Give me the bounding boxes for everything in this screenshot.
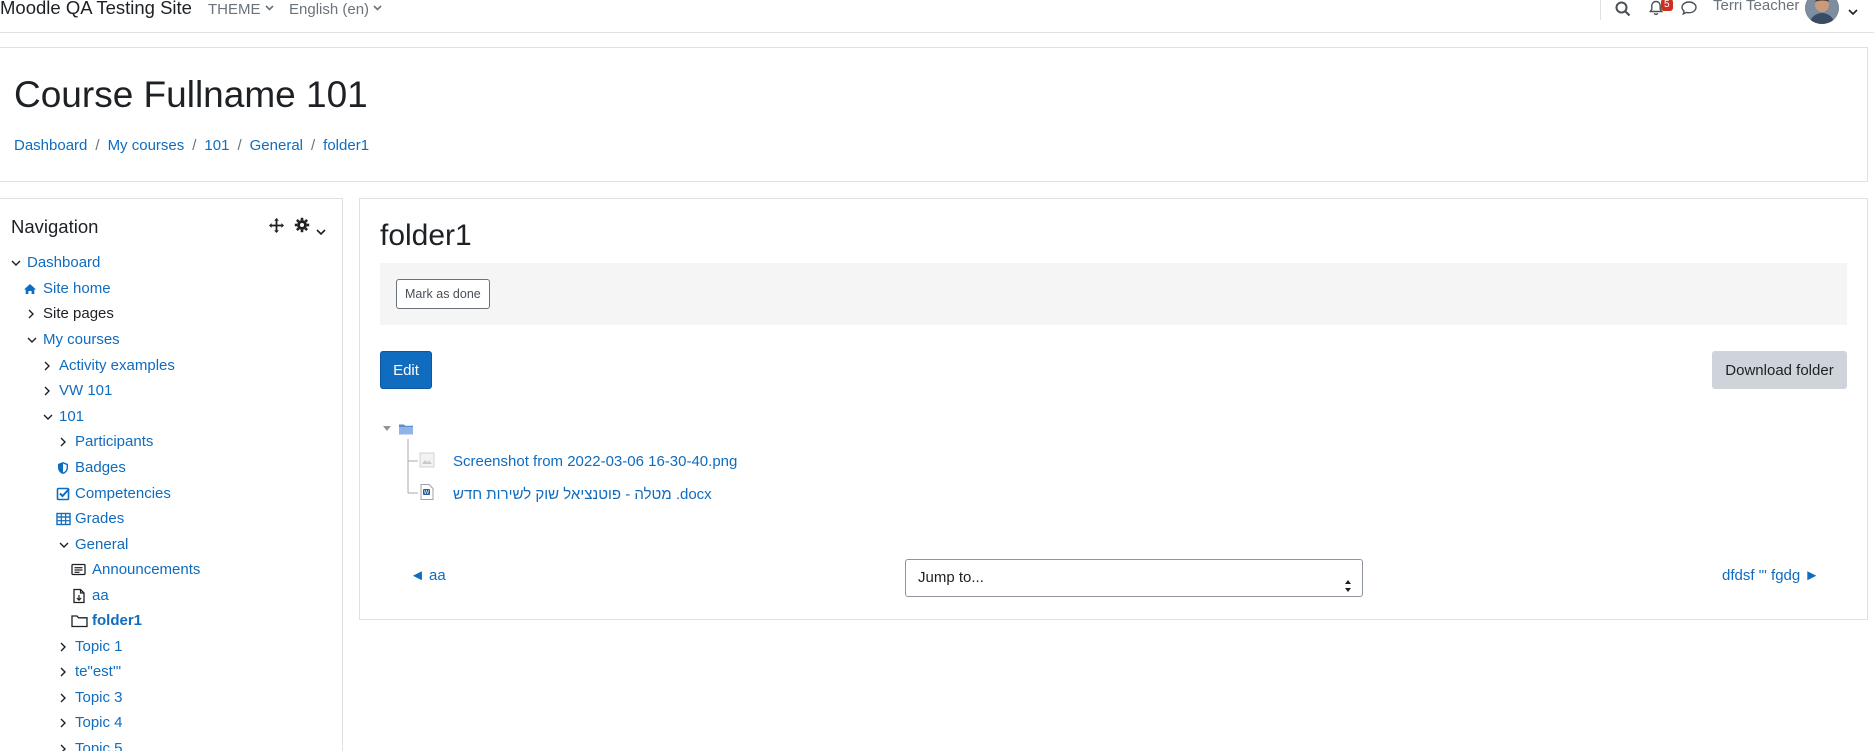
chevron-down-icon	[264, 0, 274, 15]
nav-item-label[interactable]: Topic 3	[75, 687, 123, 709]
nav-item-label[interactable]: General	[75, 534, 128, 556]
chevron-down-icon	[42, 406, 60, 428]
nav-item-label[interactable]: aa	[92, 585, 109, 607]
shield-icon	[56, 457, 74, 479]
file-link[interactable]: מטלה - פוטנציאל שוק לשירות חדש .docx	[453, 486, 712, 503]
nav-item-label[interactable]: Badges	[75, 457, 126, 479]
nav-item-label: Site pages	[43, 305, 114, 322]
language-menu-label: English (en)	[289, 1, 370, 18]
jump-to-selected-value: Jump to...	[918, 569, 984, 586]
activity-title: folder1	[380, 219, 472, 252]
previous-activity-link[interactable]: ◄ aa	[410, 567, 446, 584]
chevron-right-icon	[58, 712, 76, 734]
chevron-down-icon[interactable]	[1848, 2, 1858, 19]
file-link[interactable]: Screenshot from 2022-03-06 16-30-40.png	[453, 453, 737, 470]
nav-item-label[interactable]: Dashboard	[27, 252, 100, 274]
nav-item-label[interactable]: Competencies	[75, 483, 171, 505]
document-file-icon: W	[418, 483, 436, 505]
table-icon	[56, 508, 74, 530]
breadcrumb: Dashboard / My courses / 101 / General / folder1	[14, 137, 369, 154]
activity-completion-bar: Mark as done	[380, 263, 1847, 325]
next-activity-link[interactable]: dfdsf '" fgdg ►	[1722, 567, 1819, 584]
nav-item-label[interactable]: Topic 4	[75, 712, 123, 734]
folder-icon	[71, 610, 89, 632]
breadcrumb-separator: /	[192, 137, 197, 154]
chevron-down-icon[interactable]	[316, 222, 326, 239]
top-navbar: Moodle QA Testing Site THEME English (en…	[0, 0, 1874, 33]
nav-item-label[interactable]: Grades	[75, 508, 124, 530]
breadcrumb-separator: /	[95, 137, 100, 154]
file-icon	[72, 585, 90, 607]
image-file-icon	[418, 451, 436, 473]
site-name[interactable]: Moodle QA Testing Site	[0, 0, 192, 19]
page-title: Course Fullname 101	[14, 74, 368, 115]
nav-item-label[interactable]: My courses	[43, 329, 120, 351]
download-folder-button[interactable]: Download folder	[1712, 351, 1847, 389]
theme-menu[interactable]: THEME	[208, 0, 274, 18]
chevron-right-icon	[58, 661, 76, 683]
chevron-down-icon	[10, 252, 28, 274]
folder-tree: Screenshot from 2022-03-06 16-30-40.png …	[382, 421, 982, 521]
language-menu[interactable]: English (en)	[289, 0, 382, 18]
mark-as-done-button[interactable]: Mark as done	[396, 279, 490, 309]
nav-item-label[interactable]: Topic 1	[75, 636, 123, 658]
activity-navigation: ◄ aa Jump to... dfdsf '" fgdg ►	[380, 559, 1847, 597]
breadcrumb-link[interactable]: Dashboard	[14, 137, 87, 154]
navigation-block-controls	[268, 217, 330, 237]
nav-item-label[interactable]: Participants	[75, 431, 153, 453]
nav-item-label[interactable]: Activity examples	[59, 355, 175, 377]
breadcrumb-separator: /	[237, 137, 242, 154]
notification-badge: 5	[1661, 0, 1673, 11]
breadcrumb-link[interactable]: 101	[204, 137, 229, 154]
main-region: folder1 Mark as done Edit Download folde…	[359, 198, 1868, 620]
nav-item-label[interactable]: te"est'"	[75, 661, 121, 683]
checkbox-icon	[56, 483, 74, 505]
chevron-down-icon	[373, 0, 382, 15]
edit-button[interactable]: Edit	[380, 351, 432, 389]
breadcrumb-separator: /	[311, 137, 316, 154]
home-icon	[23, 278, 41, 300]
gear-icon[interactable]	[294, 217, 310, 237]
page-header: Course Fullname 101 Dashboard / My courses…	[0, 47, 1868, 182]
breadcrumb-link[interactable]: My courses	[108, 137, 185, 154]
chevron-down-icon	[58, 534, 76, 556]
nav-item-label[interactable]: folder1	[92, 610, 142, 632]
nav-item-label[interactable]: VW 101	[59, 380, 112, 402]
search-icon[interactable]	[1614, 0, 1636, 18]
navigation-block-title: Navigation	[11, 216, 99, 237]
nav-item-label[interactable]: 101	[59, 406, 84, 428]
chevron-down-icon	[26, 329, 44, 351]
svg-text:W: W	[424, 490, 430, 496]
chevron-right-icon	[42, 355, 60, 377]
nav-item-label[interactable]: Topic 5	[75, 738, 123, 751]
chevron-right-icon	[58, 636, 76, 658]
user-name[interactable]: Terri Teacher	[1713, 0, 1799, 14]
chevron-right-icon	[42, 380, 60, 402]
forum-icon	[71, 559, 89, 581]
navbar-divider	[1600, 0, 1601, 20]
chat-icon[interactable]	[1680, 0, 1702, 18]
chevron-right-icon	[58, 431, 76, 453]
breadcrumb-link[interactable]: General	[250, 137, 303, 154]
nav-item-label[interactable]: Site home	[43, 278, 111, 300]
avatar[interactable]	[1805, 0, 1839, 24]
nav-item-label[interactable]: Announcements	[92, 559, 200, 581]
move-icon[interactable]	[268, 217, 285, 238]
jump-to-select[interactable]: Jump to...	[905, 559, 1363, 597]
theme-menu-label: THEME	[208, 1, 261, 18]
chevron-right-icon	[58, 738, 76, 751]
chevron-right-icon	[58, 687, 76, 709]
navigation-block: Navigation Dashboard Site home Site page…	[0, 198, 343, 751]
chevron-right-icon	[26, 303, 44, 325]
breadcrumb-link[interactable]: folder1	[323, 137, 369, 154]
select-arrows-icon	[1344, 571, 1352, 607]
